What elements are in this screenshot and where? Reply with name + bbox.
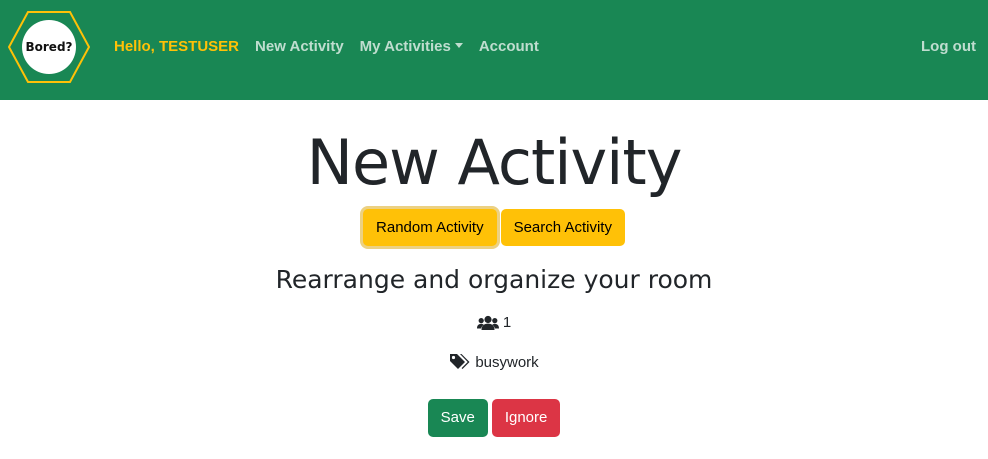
activity-title: Rearrange and organize your room [275, 265, 713, 294]
action-button-group: Save Ignore [0, 399, 988, 437]
nav-my-activities-label: My Activities [359, 38, 451, 55]
navbar: Bored? Hello, TESTUSER New Activity My A… [0, 0, 988, 100]
logo-text: Bored? [25, 40, 73, 54]
ignore-button[interactable]: Ignore [491, 399, 561, 437]
nav-links: Hello, TESTUSER New Activity My Activiti… [114, 38, 555, 55]
mode-button-group: Random Activity Search Activity [0, 209, 988, 246]
nav-account[interactable]: Account [479, 38, 539, 55]
nav-greeting: Hello, TESTUSER [114, 38, 240, 55]
search-activity-button[interactable]: Search Activity [500, 209, 625, 246]
participants-count: 1 [502, 314, 512, 331]
random-activity-button[interactable]: Random Activity [363, 209, 497, 246]
type-row: busywork [0, 353, 988, 371]
logout-link[interactable]: Log out [921, 38, 976, 55]
tags-icon [450, 354, 470, 369]
participants-row: 1 [0, 314, 988, 331]
nav-my-activities-dropdown[interactable]: My Activities [360, 38, 463, 55]
save-button[interactable]: Save [427, 399, 488, 437]
activity-type: busywork [475, 353, 539, 371]
caret-down-icon [454, 43, 463, 48]
nav-new-activity[interactable]: New Activity [255, 38, 344, 55]
brand-logo[interactable]: Bored? [8, 11, 90, 83]
page-title: New Activity [306, 126, 683, 199]
users-icon [476, 315, 499, 330]
